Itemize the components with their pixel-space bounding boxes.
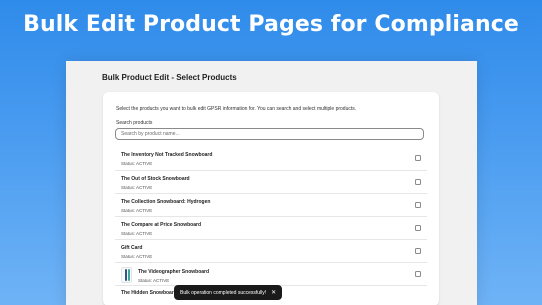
product-name: The Inventory Not Tracked Snowboard	[121, 152, 213, 158]
product-selection-card: Select the products you want to bulk edi…	[103, 92, 439, 305]
product-name: The Hidden Snowboard	[121, 290, 177, 296]
toast-message: Bulk operation completed successfully!	[180, 289, 267, 296]
product-checkbox[interactable]	[415, 225, 421, 231]
product-name: The Videographer Snowboard	[138, 269, 210, 275]
search-input[interactable]	[115, 128, 424, 140]
product-checkbox[interactable]	[415, 248, 421, 254]
hero-title: Bulk Edit Product Pages for Compliance	[23, 12, 519, 37]
product-item[interactable]: The Videographer Snowboard Status: ACTIV…	[115, 262, 427, 285]
product-item[interactable]: The Compare at Price Snowboard Status: A…	[115, 216, 427, 239]
product-item[interactable]: Gift Card Status: ACTIVE	[115, 239, 427, 262]
product-checkbox[interactable]	[415, 155, 421, 161]
instructions-text: Select the products you want to bulk edi…	[116, 106, 357, 112]
close-icon[interactable]: ✕	[271, 289, 276, 296]
product-status: Status: ACTIVE	[121, 208, 153, 213]
product-status: Status: ACTIVE	[138, 278, 170, 283]
product-status: Status: ACTIVE	[121, 231, 153, 236]
product-checkbox[interactable]	[415, 179, 421, 185]
product-item[interactable]: The Out of Stock Snowboard Status: ACTIV…	[115, 170, 427, 193]
product-name: The Compare at Price Snowboard	[121, 222, 202, 228]
product-status: Status: ACTIVE	[121, 161, 153, 166]
product-status: Status: ACTIVE	[121, 185, 153, 190]
page-title: Bulk Product Edit - Select Products	[102, 73, 237, 82]
product-list: The Inventory Not Tracked Snowboard Stat…	[115, 147, 427, 296]
product-name: Gift Card	[121, 245, 143, 251]
success-toast: Bulk operation completed successfully! ✕	[174, 285, 283, 300]
product-item[interactable]: The Collection Snowboard: Hydrogen Statu…	[115, 193, 427, 216]
search-label: Search products	[116, 120, 153, 126]
product-item[interactable]: The Inventory Not Tracked Snowboard Stat…	[115, 147, 427, 170]
product-checkbox[interactable]	[415, 202, 421, 208]
app-window: Bulk Product Edit - Select Products Sele…	[66, 61, 477, 305]
snowboard-image	[121, 267, 132, 283]
product-name: The Out of Stock Snowboard	[121, 176, 190, 182]
product-checkbox[interactable]	[415, 271, 421, 277]
product-name: The Collection Snowboard: Hydrogen	[121, 199, 211, 205]
product-status: Status: ACTIVE	[121, 254, 153, 259]
